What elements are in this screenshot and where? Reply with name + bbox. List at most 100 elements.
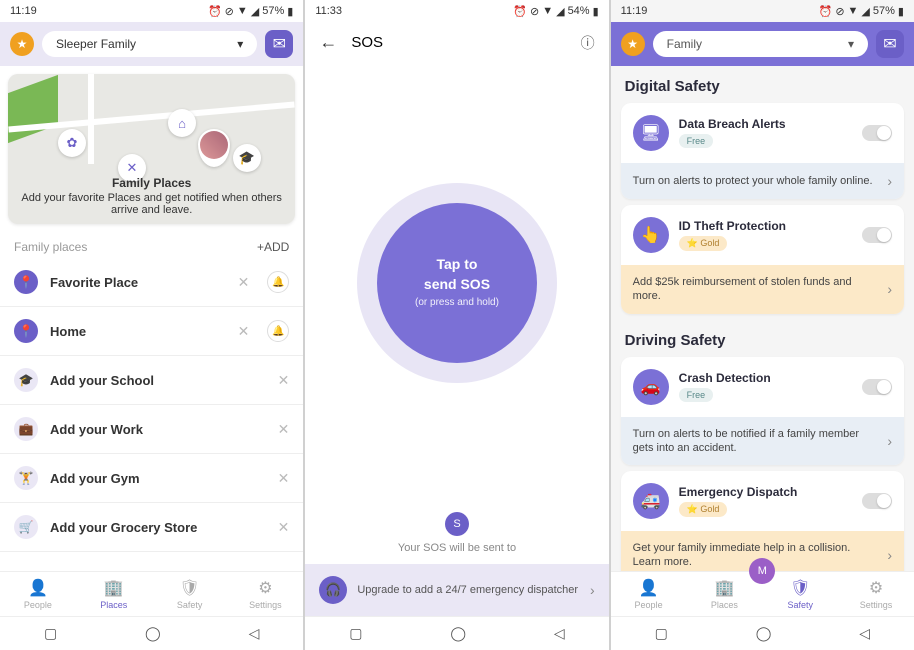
chevron-right-icon: › (887, 173, 892, 189)
wifi-icon: ▼ (237, 5, 248, 17)
family-name: Family (667, 37, 702, 51)
status-time: 11:19 (10, 5, 37, 17)
nav-settings[interactable]: ⚙Settings (838, 572, 914, 616)
screen-sos: 11:33 ⏰ ⊘ ▼ ◢ 54% ▮ ← SOS ⓘ Tap to send … (305, 0, 608, 650)
map-pin-flower[interactable]: ✿ (58, 129, 86, 157)
bell-icon[interactable]: 🔔 (267, 271, 289, 293)
school-icon: 🎓 (14, 368, 38, 392)
floating-avatar[interactable]: M (749, 558, 775, 584)
recipient-avatar[interactable]: S (445, 512, 469, 536)
sys-recents[interactable]: ▢ (655, 625, 668, 642)
card-header[interactable]: 👆 ID Theft Protection ⭐ Gold (621, 205, 904, 265)
sys-home[interactable]: ◯ (450, 625, 466, 642)
battery-icon: ▮ (898, 5, 904, 18)
nav-places[interactable]: 🏢 Places (76, 572, 152, 616)
status-bar: 11:19 ⏰ ⊘ ▼ ◢ 57% ▮ (611, 0, 914, 22)
map-road (88, 74, 94, 164)
upgrade-banner[interactable]: 🎧 Upgrade to add a 24/7 emergency dispat… (305, 564, 608, 616)
places-icon: 🏢 (104, 578, 124, 598)
sos-button[interactable]: Tap to send SOS (or press and hold) (377, 203, 537, 363)
status-icons: ⏰ ⊘ ▼ ◢ 54% ▮ (513, 5, 598, 18)
family-selector[interactable]: Family ▾ (653, 31, 868, 57)
back-button[interactable]: ← (319, 32, 337, 53)
dnd-icon: ⊘ (225, 5, 234, 18)
toggle-switch[interactable] (862, 493, 892, 509)
nav-people[interactable]: 👤People (0, 572, 76, 616)
map-park (8, 75, 58, 143)
sos-line2: send SOS (424, 275, 490, 295)
tier-badge: Free (679, 388, 714, 402)
system-nav: ▢ ◯ ◁ (305, 616, 608, 650)
tier-badge: ⭐ Gold (679, 502, 728, 517)
settings-icon: ⚙ (869, 578, 883, 598)
place-home[interactable]: 📍 Home ✕ 🔔 (0, 307, 303, 356)
bell-icon[interactable]: 🔔 (267, 320, 289, 342)
nav-people[interactable]: 👤People (611, 572, 687, 616)
monitor-icon: 🖥 (633, 115, 669, 151)
nav-settings[interactable]: ⚙Settings (227, 572, 303, 616)
messages-button[interactable]: ✉ (265, 30, 293, 58)
place-favorite[interactable]: 📍 Favorite Place ✕ 🔔 (0, 258, 303, 307)
sys-home[interactable]: ◯ (145, 625, 161, 642)
sys-back[interactable]: ◁ (249, 625, 260, 642)
card-title: Crash Detection (679, 371, 852, 385)
nav-safety[interactable]: 🛡Safety (152, 572, 228, 616)
headset-icon: 🎧 (319, 576, 347, 604)
banner-text: Add $25k reimbursement of stolen funds a… (633, 275, 880, 304)
ambulance-icon: 🚑 (633, 483, 669, 519)
sys-back[interactable]: ◁ (554, 625, 565, 642)
status-icons: ⏰ ⊘ ▼ ◢ 57% ▮ (819, 5, 904, 18)
place-grocery[interactable]: 🛒 Add your Grocery Store ✕ (0, 503, 303, 552)
map-title: Family Places (16, 176, 287, 190)
card-title: Data Breach Alerts (679, 117, 852, 131)
messages-button[interactable]: ✉ (876, 30, 904, 58)
add-place-button[interactable]: +ADD (257, 240, 289, 254)
sys-home[interactable]: ◯ (756, 625, 772, 642)
remove-icon[interactable]: ✕ (278, 519, 290, 536)
toggle-switch[interactable] (862, 125, 892, 141)
card-banner[interactable]: Turn on alerts to be notified if a famil… (621, 417, 904, 466)
remove-icon[interactable]: ✕ (238, 323, 250, 340)
remove-icon[interactable]: ✕ (238, 274, 250, 291)
card-header[interactable]: 🖥 Data Breach Alerts Free (621, 103, 904, 163)
place-gym[interactable]: 🏋 Add your Gym ✕ (0, 454, 303, 503)
sys-recents[interactable]: ▢ (349, 625, 362, 642)
content: ✿ ⌂ ✕ 🎓 Family Places Add your favorite … (0, 66, 303, 571)
card-banner[interactable]: Turn on alerts to protect your whole fam… (621, 163, 904, 199)
wifi-icon: ▼ (542, 5, 553, 17)
sys-recents[interactable]: ▢ (44, 625, 57, 642)
place-label: Favorite Place (50, 275, 226, 290)
system-nav: ▢ ◯ ◁ (0, 616, 303, 650)
sys-back[interactable]: ◁ (859, 625, 870, 642)
safety-icon: 🛡 (790, 578, 810, 598)
premium-badge-icon[interactable]: ★ (10, 32, 34, 56)
remove-icon[interactable]: ✕ (278, 421, 290, 438)
toggle-switch[interactable] (862, 379, 892, 395)
battery-text: 57% (873, 5, 895, 17)
upgrade-text: Upgrade to add a 24/7 emergency dispatch… (357, 583, 580, 597)
toggle-switch[interactable] (862, 227, 892, 243)
sos-ring: Tap to send SOS (or press and hold) (357, 183, 557, 383)
place-work[interactable]: 💼 Add your Work ✕ (0, 405, 303, 454)
remove-icon[interactable]: ✕ (278, 372, 290, 389)
wifi-icon: ▼ (848, 5, 859, 17)
info-icon[interactable]: ⓘ (581, 33, 595, 53)
family-selector[interactable]: Sleeper Family ▾ (42, 31, 257, 57)
family-name: Sleeper Family (56, 37, 136, 51)
sos-recipient-row: S Your SOS will be sent to (305, 502, 608, 564)
remove-icon[interactable]: ✕ (278, 470, 290, 487)
premium-badge-icon[interactable]: ★ (621, 32, 645, 56)
card-title: ID Theft Protection (679, 219, 852, 233)
card-header[interactable]: 🚑 Emergency Dispatch ⭐ Gold (621, 471, 904, 531)
nav-safety[interactable]: 🛡Safety (762, 572, 838, 616)
map-pin-home[interactable]: ⌂ (168, 109, 196, 137)
map-card[interactable]: ✿ ⌂ ✕ 🎓 Family Places Add your favorite … (8, 74, 295, 224)
nav-label: Settings (249, 600, 282, 610)
pin-icon: 📍 (14, 270, 38, 294)
card-banner[interactable]: Add $25k reimbursement of stolen funds a… (621, 265, 904, 314)
place-school[interactable]: 🎓 Add your School ✕ (0, 356, 303, 405)
card-header[interactable]: 🚗 Crash Detection Free (621, 357, 904, 417)
signal-icon: ◢ (861, 5, 869, 18)
nav-label: Places (100, 600, 127, 610)
alarm-icon: ⏰ (819, 5, 833, 18)
